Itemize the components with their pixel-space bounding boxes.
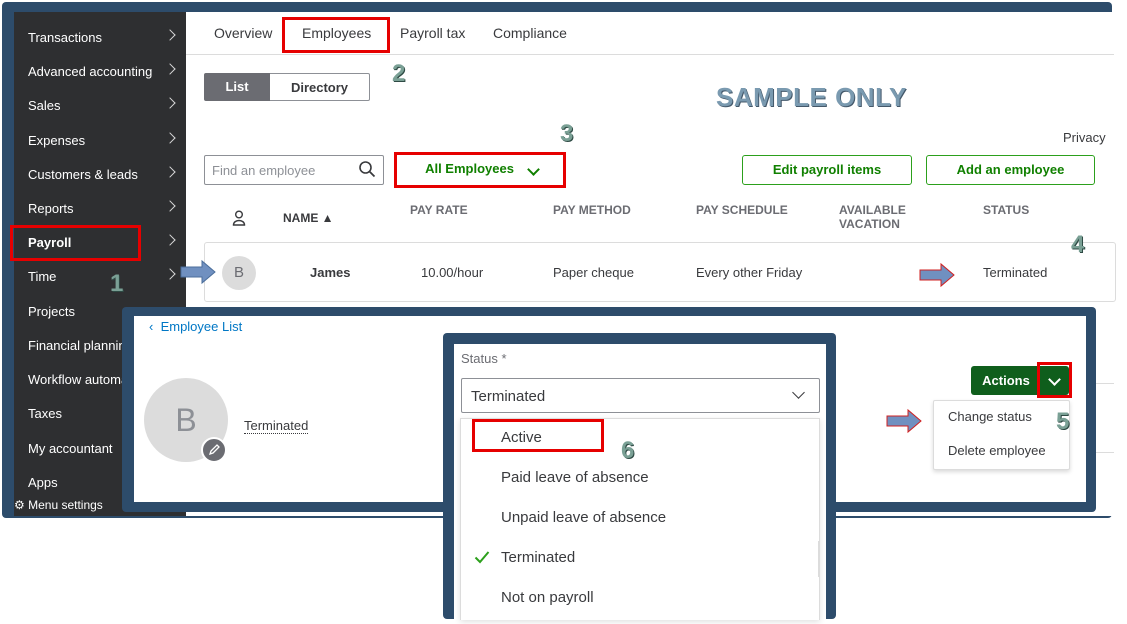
person-icon xyxy=(232,210,246,226)
column-header-pay-rate: PAY RATE xyxy=(410,203,468,217)
employee-name-link[interactable]: James xyxy=(310,265,350,280)
status-selected-value: Terminated xyxy=(471,388,546,405)
chevron-right-icon xyxy=(164,166,176,178)
chevron-right-icon xyxy=(164,234,176,246)
view-list-button[interactable]: List xyxy=(204,73,270,101)
column-header-pay-schedule: PAY SCHEDULE xyxy=(696,203,788,217)
sidebar-item-label: My accountant xyxy=(28,441,113,456)
arrow-right-icon xyxy=(886,408,922,434)
status-field-label: Status * xyxy=(461,351,507,366)
view-directory-button[interactable]: Directory xyxy=(270,73,370,101)
column-header-vacation: AVAILABLE VACATION xyxy=(839,203,906,231)
checkmark-icon xyxy=(474,551,490,564)
sidebar-item-time[interactable]: Time xyxy=(14,259,186,293)
column-header-status: STATUS xyxy=(983,203,1030,217)
step-number-6: 6 xyxy=(621,437,635,464)
status-option-paid-leave[interactable]: Paid leave of absence xyxy=(501,469,649,486)
add-employee-button[interactable]: Add an employee xyxy=(926,155,1095,185)
chevron-right-icon xyxy=(164,132,176,144)
highlight-actions-chevron xyxy=(1037,362,1072,398)
status-option-unpaid-leave[interactable]: Unpaid leave of absence xyxy=(501,509,666,526)
sidebar-item-sales[interactable]: Sales xyxy=(14,88,186,122)
sidebar-item-label: Financial planning xyxy=(28,338,133,353)
search-icon[interactable] xyxy=(358,160,376,178)
step-number-2: 2 xyxy=(392,60,406,87)
avatar: B xyxy=(222,256,256,290)
sidebar-item-expenses[interactable]: Expenses xyxy=(14,123,186,157)
sidebar-item-advanced-accounting[interactable]: Advanced accounting xyxy=(14,54,186,88)
pay-schedule-cell: Every other Friday xyxy=(696,265,803,280)
column-header-pay-method: PAY METHOD xyxy=(553,203,631,217)
employee-status-text: Terminated xyxy=(244,418,309,434)
search-placeholder: Find an employee xyxy=(212,163,316,178)
status-option-terminated[interactable]: Terminated xyxy=(501,549,575,566)
sidebar-item-label: Time xyxy=(28,269,57,284)
employee-list-back-link[interactable]: ‹ Employee List xyxy=(149,319,242,334)
status-option-not-on-payroll[interactable]: Not on payroll xyxy=(501,589,594,606)
gear-icon: ⚙ xyxy=(14,498,29,512)
column-header-name[interactable]: NAME ▲ xyxy=(283,211,334,225)
arrow-right-icon xyxy=(919,262,955,288)
sidebar-item-reports[interactable]: Reports xyxy=(14,191,186,225)
sidebar-item-label: Expenses xyxy=(28,133,86,148)
tab-compliance[interactable]: Compliance xyxy=(493,25,567,41)
status-cell: Terminated xyxy=(983,265,1048,280)
menu-settings-label: Menu settings xyxy=(28,498,103,512)
edit-payroll-items-button[interactable]: Edit payroll items xyxy=(742,155,912,185)
highlight-all-employees xyxy=(394,152,566,188)
sidebar-item-transactions[interactable]: Transactions xyxy=(14,20,186,54)
sidebar-item-label: Taxes xyxy=(28,406,62,421)
sidebar-item-label: Apps xyxy=(28,475,58,490)
vacation-line-2: VACATION xyxy=(839,217,900,231)
highlight-employees-tab xyxy=(282,17,390,53)
tab-payroll-tax[interactable]: Payroll tax xyxy=(400,25,465,41)
sidebar-item-customers-leads[interactable]: Customers & leads xyxy=(14,157,186,191)
chevron-right-icon xyxy=(164,97,176,109)
sidebar-item-label: Transactions xyxy=(28,30,102,45)
tab-overview[interactable]: Overview xyxy=(214,25,272,41)
background-divider xyxy=(1096,383,1114,384)
back-link-label: Employee List xyxy=(160,319,243,334)
sidebar-item-label: Projects xyxy=(28,304,75,319)
sidebar-item-label: Advanced accounting xyxy=(28,64,153,79)
pencil-icon xyxy=(208,444,220,456)
chevron-right-icon xyxy=(164,200,176,212)
highlight-payroll xyxy=(10,225,141,261)
pay-method-cell: Paper cheque xyxy=(553,265,634,280)
highlight-active-option xyxy=(472,419,604,452)
chevron-right-icon xyxy=(164,29,176,41)
chevron-right-icon xyxy=(164,63,176,75)
privacy-link[interactable]: Privacy xyxy=(1063,130,1106,145)
vacation-line-1: AVAILABLE xyxy=(839,203,906,217)
step-number-1: 1 xyxy=(110,270,124,297)
chevron-left-icon: ‹ xyxy=(149,319,161,334)
step-number-5: 5 xyxy=(1056,408,1070,435)
step-number-3: 3 xyxy=(560,120,574,147)
actions-button[interactable]: Actions xyxy=(971,366,1041,395)
sidebar-item-label: Customers & leads xyxy=(28,167,138,182)
sidebar-item-label: Sales xyxy=(28,98,61,113)
edit-avatar-button[interactable] xyxy=(201,437,227,463)
arrow-right-icon xyxy=(180,259,216,285)
menu-settings-link[interactable]: ⚙ Menu settings xyxy=(14,498,103,512)
background-field-edge xyxy=(818,541,820,577)
background-divider xyxy=(1096,452,1114,453)
change-status-menu-item[interactable]: Change status xyxy=(948,409,1032,424)
delete-employee-menu-item[interactable]: Delete employee xyxy=(948,443,1046,458)
chevron-right-icon xyxy=(164,268,176,280)
sidebar-item-label: Reports xyxy=(28,201,74,216)
tab-divider xyxy=(186,54,1114,55)
step-number-4: 4 xyxy=(1071,231,1085,258)
pay-rate-cell: 10.00/hour xyxy=(421,265,484,280)
sample-watermark: SAMPLE ONLY xyxy=(716,82,907,112)
